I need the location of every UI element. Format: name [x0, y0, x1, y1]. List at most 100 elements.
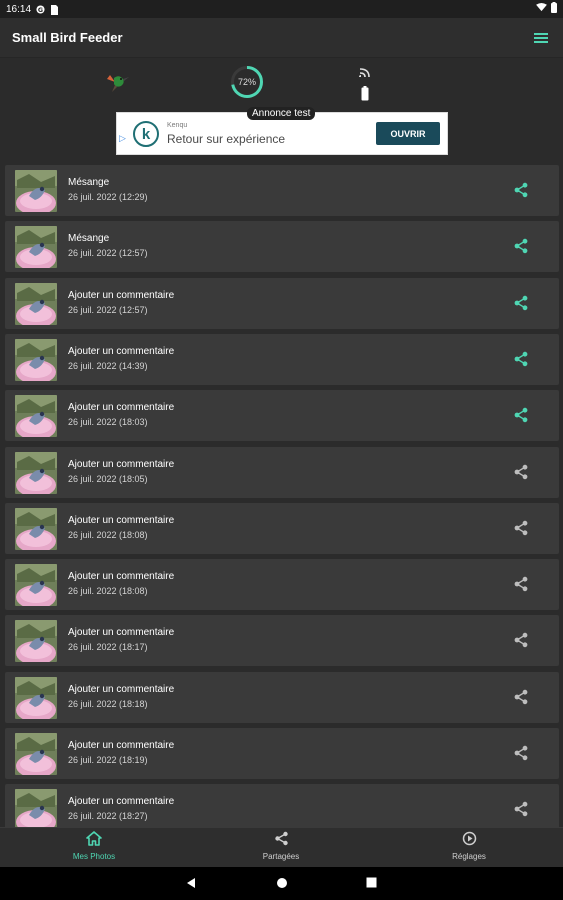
- photo-title: Ajouter un commentaire: [68, 289, 175, 301]
- photo-thumbnail[interactable]: [15, 338, 57, 381]
- wifi-signal-icon: [359, 68, 370, 78]
- photo-title: Ajouter un commentaire: [68, 627, 175, 639]
- share-button[interactable]: [513, 520, 529, 536]
- photo-title: Ajouter un commentaire: [68, 796, 175, 808]
- photo-title: Ajouter un commentaire: [68, 402, 175, 414]
- photo-title: Ajouter un commentaire: [68, 571, 175, 583]
- connection-status: [355, 66, 375, 102]
- photo-date: 26 juil. 2022 (12:57): [68, 248, 148, 259]
- photo-date: 26 juil. 2022 (18:08): [68, 529, 148, 540]
- share-button[interactable]: [513, 464, 529, 480]
- photo-title: Mésange: [68, 233, 110, 245]
- menu-button[interactable]: [531, 28, 551, 48]
- hamburger-icon: [534, 32, 548, 43]
- photo-list-item[interactable]: Mésange 26 juil. 2022 (12:57): [5, 221, 559, 273]
- share-button[interactable]: [513, 689, 529, 705]
- photo-date: 26 juil. 2022 (12:57): [68, 304, 148, 315]
- photo-thumbnail[interactable]: [15, 620, 57, 663]
- ad-test-label: Annonce test: [247, 107, 316, 120]
- nav-settings[interactable]: Réglages: [429, 831, 509, 867]
- share-icon: [514, 464, 528, 479]
- battery-icon: [361, 86, 369, 101]
- nav-my-photos-label: Mes Photos: [72, 852, 116, 861]
- photo-list-item[interactable]: Ajouter un commentaire 26 juil. 2022 (14:…: [5, 333, 559, 385]
- battery-percent-label: 72%: [237, 77, 256, 87]
- share-icon: [274, 831, 288, 846]
- system-navigation-bar: [0, 867, 563, 900]
- photo-thumbnail[interactable]: [15, 170, 57, 212]
- recents-icon[interactable]: [366, 877, 377, 888]
- share-button[interactable]: [513, 632, 529, 648]
- battery-status-icon: [551, 2, 557, 16]
- svg-text:G: G: [38, 6, 43, 13]
- share-icon: [514, 295, 528, 310]
- photo-date: 26 juil. 2022 (12:29): [68, 192, 148, 202]
- photo-list-item[interactable]: Ajouter un commentaire 26 juil. 2022 (18:…: [5, 390, 559, 442]
- photo-list-item[interactable]: Ajouter un commentaire 26 juil. 2022 (18:…: [5, 615, 559, 667]
- home-button-icon[interactable]: [276, 877, 288, 889]
- photo-thumbnail[interactable]: [15, 282, 57, 325]
- photo-thumbnail[interactable]: [15, 395, 57, 438]
- system-status-bar: 16:14 G: [0, 0, 563, 18]
- photo-list-item[interactable]: Ajouter un commentaire 26 juil. 2022 (18:…: [5, 502, 559, 554]
- share-icon: [514, 802, 528, 817]
- back-icon[interactable]: [185, 877, 197, 889]
- share-icon: [514, 745, 528, 761]
- photo-thumbnail[interactable]: [15, 676, 57, 719]
- photo-title: Mésange: [68, 177, 110, 188]
- photo-date: 26 juil. 2022 (18:05): [68, 473, 148, 484]
- photo-list-item[interactable]: Ajouter un commentaire 26 juil. 2022 (12:…: [5, 277, 559, 329]
- photo-thumbnail[interactable]: [15, 564, 57, 607]
- photo-title: Ajouter un commentaire: [68, 683, 175, 695]
- photo-title: Ajouter un commentaire: [68, 514, 175, 526]
- share-button[interactable]: [513, 801, 529, 817]
- photo-date: 26 juil. 2022 (18:18): [68, 698, 148, 709]
- share-button[interactable]: [513, 295, 529, 311]
- hummingbird-icon: [104, 70, 130, 99]
- photo-thumbnail[interactable]: [15, 733, 57, 775]
- ad-open-button[interactable]: OUVRIR: [376, 122, 440, 145]
- photo-date: 26 juil. 2022 (14:39): [68, 360, 148, 371]
- photo-date: 26 juil. 2022 (18:08): [68, 586, 148, 597]
- share-button[interactable]: [513, 182, 529, 198]
- photo-list-item[interactable]: Ajouter un commentaire 26 juil. 2022 (18:…: [5, 671, 559, 723]
- settings-icon: [462, 831, 476, 846]
- photo-list-item[interactable]: Ajouter un commentaire 26 juil. 2022 (18:…: [5, 559, 559, 611]
- share-button[interactable]: [513, 238, 529, 254]
- share-icon: [514, 239, 528, 254]
- status-time: 16:14: [6, 3, 32, 15]
- share-button[interactable]: [513, 745, 529, 761]
- ad-headline: Retour sur expérience: [167, 132, 286, 146]
- share-button[interactable]: [513, 351, 529, 367]
- ad-brand-logo: k: [133, 121, 159, 147]
- photo-list-item[interactable]: Mésange 26 juil. 2022 (12:29): [5, 165, 559, 216]
- photo-thumbnail[interactable]: [15, 226, 57, 269]
- share-icon: [514, 182, 528, 198]
- share-button[interactable]: [513, 576, 529, 592]
- sim-card-icon: [50, 4, 59, 15]
- photo-list-item[interactable]: Ajouter un commentaire 26 juil. 2022 (18:…: [5, 784, 559, 827]
- ad-brand-name: Kenqu: [167, 122, 188, 129]
- share-icon: [514, 407, 528, 423]
- nav-shared[interactable]: Partagées: [241, 831, 321, 867]
- nav-settings-label: Réglages: [452, 852, 486, 861]
- photo-thumbnail[interactable]: [15, 789, 57, 827]
- share-icon: [514, 351, 528, 367]
- nav-my-photos[interactable]: Mes Photos: [54, 831, 134, 867]
- photo-thumbnail[interactable]: [15, 451, 57, 494]
- photo-title: Ajouter un commentaire: [68, 740, 175, 751]
- photo-title: Ajouter un commentaire: [68, 458, 175, 470]
- photo-list[interactable]: Mésange 26 juil. 2022 (12:29) Mésange 26 ju…: [0, 163, 563, 827]
- ad-choices-icon[interactable]: ▷: [119, 133, 126, 144]
- photo-title: Ajouter un commentaire: [68, 345, 175, 357]
- ad-banner[interactable]: Annonce test ▷ k Kenqu Retour sur expéri…: [116, 107, 448, 155]
- nav-shared-label: Partagées: [262, 852, 300, 861]
- photo-list-item[interactable]: Ajouter un commentaire 26 juil. 2022 (18:…: [5, 446, 559, 498]
- photo-list-item[interactable]: Ajouter un commentaire 26 juil. 2022 (18:…: [5, 728, 559, 779]
- photo-thumbnail[interactable]: [15, 507, 57, 550]
- share-button[interactable]: [513, 407, 529, 423]
- bottom-navigation: Mes Photos Partagées Réglages: [0, 827, 563, 867]
- app-title: Small Bird Feeder: [12, 30, 123, 45]
- wifi-status-icon: [536, 3, 547, 15]
- share-icon: [514, 576, 528, 592]
